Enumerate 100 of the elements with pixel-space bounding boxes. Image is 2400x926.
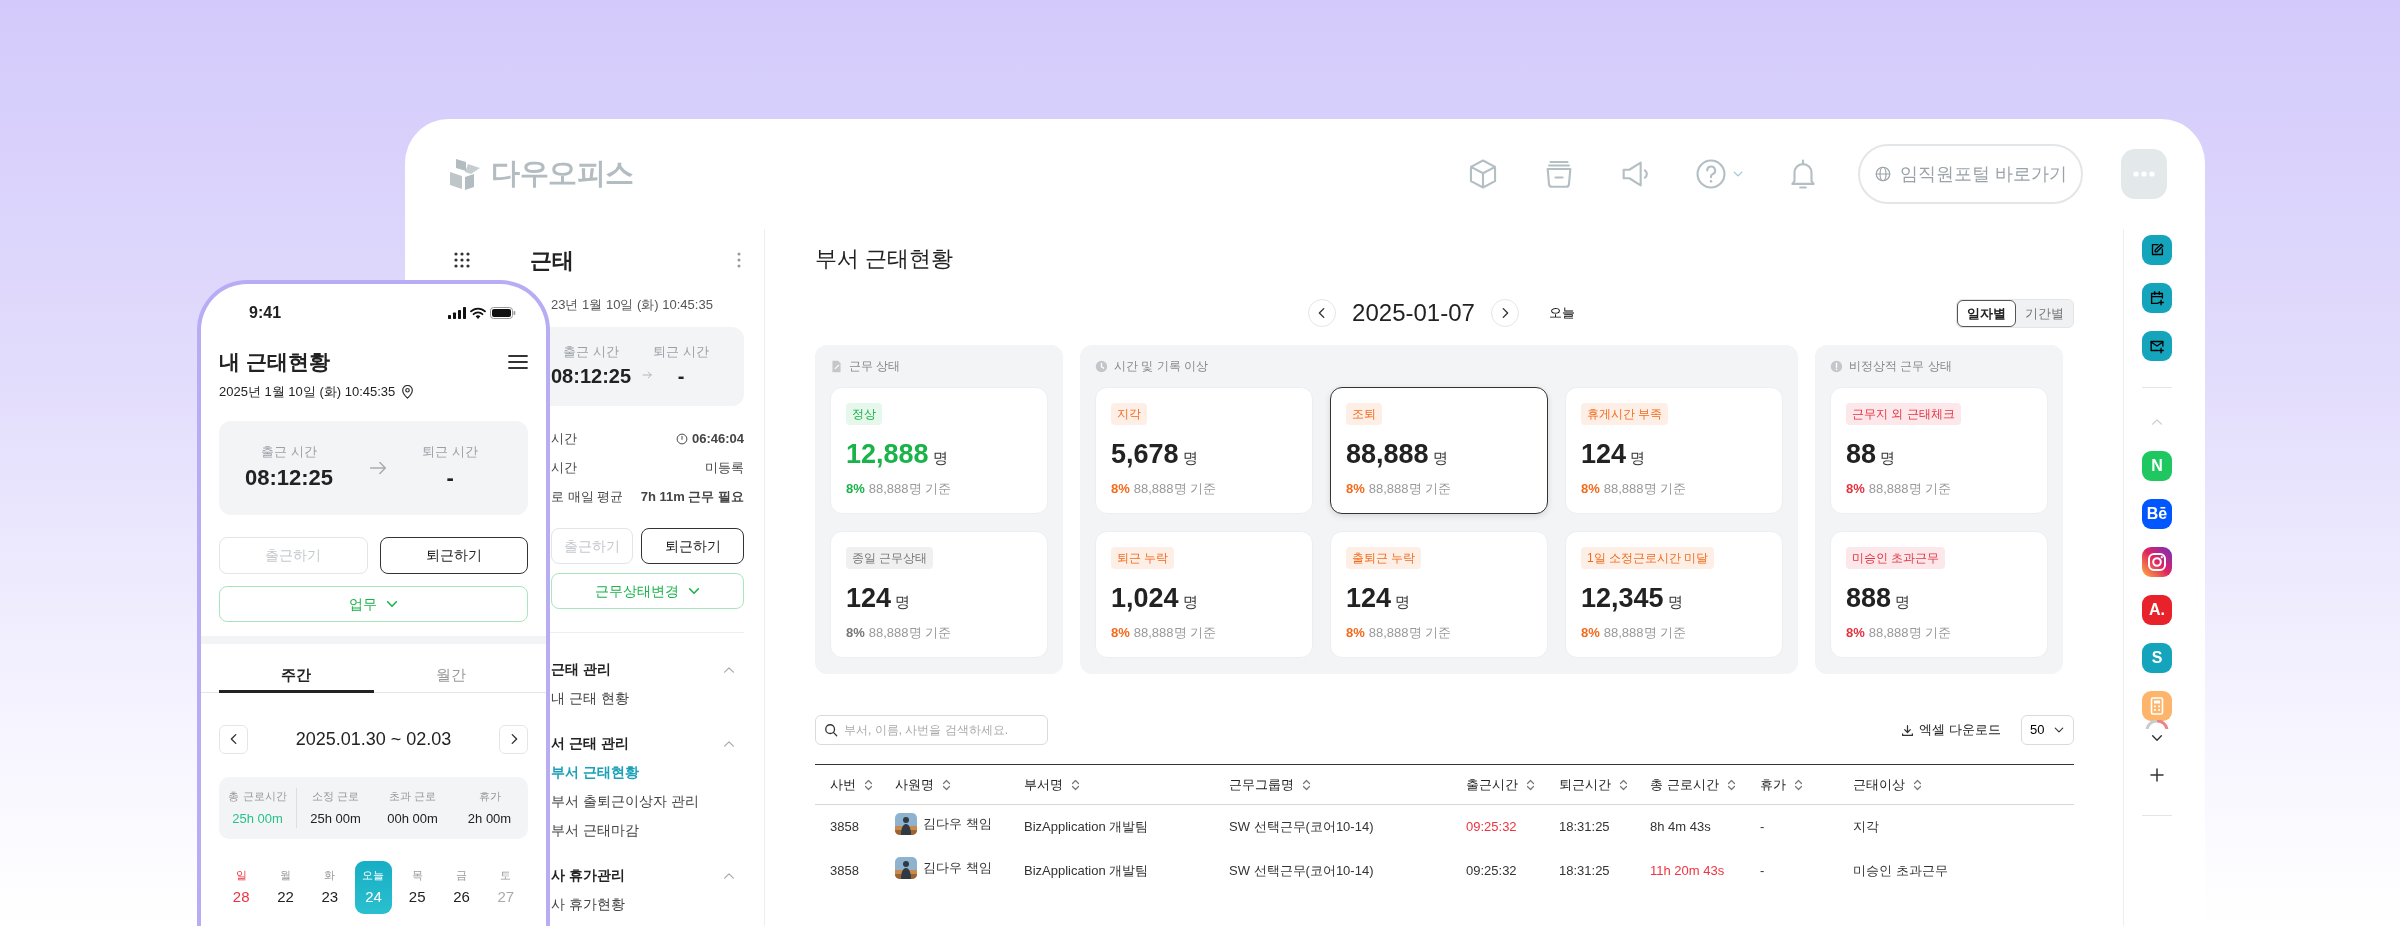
table-cell: 18:31:25: [1559, 819, 1610, 834]
download-icon: [1901, 723, 1915, 737]
stat-card[interactable]: 퇴근 누락 1,024 명 8% 88,888명 기준: [1095, 531, 1313, 658]
app-icon[interactable]: A.: [2142, 595, 2172, 625]
previous-day-button[interactable]: [1308, 299, 1337, 327]
percent-value: 8%: [846, 623, 865, 642]
app-icon[interactable]: Bē: [2142, 499, 2172, 529]
menu-item[interactable]: 부서 근태마감: [551, 820, 639, 841]
table-cell: 미승인 초과근무: [1853, 862, 1948, 878]
count-unit: 명: [1182, 592, 1198, 612]
stat-card[interactable]: 휴게시간 부족 124 명 8% 88,888명 기준: [1565, 387, 1783, 514]
stat-card[interactable]: 지각 5,678 명 8% 88,888명 기준: [1095, 387, 1313, 514]
apps-grid-icon[interactable]: [454, 252, 470, 268]
stat-card[interactable]: 근무지 외 근태체크 88 명 8% 88,888명 기준: [1830, 387, 2048, 514]
location-pin-icon: [401, 385, 415, 399]
excel-download-button[interactable]: 엑셀 다운로드: [1895, 719, 2007, 741]
calculator-icon[interactable]: [2142, 691, 2172, 721]
day-cell[interactable]: 월 22: [263, 861, 308, 914]
menu-icon[interactable]: [508, 354, 528, 370]
count-unit: 명: [1880, 448, 1896, 468]
calendar-add-icon: [2148, 289, 2166, 307]
previous-week-button[interactable]: [219, 724, 248, 754]
column-header[interactable]: 근태이상: [1853, 774, 1922, 795]
page-size-select[interactable]: 50: [2021, 715, 2074, 745]
panel-title: 근태: [530, 246, 574, 275]
summary-value: 00h 00m: [387, 809, 438, 828]
percent-value: 8%: [1111, 623, 1130, 642]
date-time-text: 23년 1월 10일 (화) 10:45:35: [551, 296, 713, 315]
table-cell: SW 선택근무(코어10-14): [1229, 862, 1374, 878]
day-number: 28: [232, 887, 250, 907]
table-cell: SW 선택근무(코어10-14): [1229, 819, 1374, 834]
period-tab[interactable]: 주간: [219, 660, 374, 693]
menu-section-title[interactable]: 서 근태 관리: [551, 733, 629, 754]
calendar-add-button[interactable]: [2142, 283, 2172, 313]
stat-label: 시간: [551, 429, 577, 448]
mail-add-button[interactable]: [2142, 331, 2172, 361]
date-text: 2025-01-07: [1352, 298, 1475, 328]
weekday-label: 일: [235, 867, 247, 883]
compose-button[interactable]: [2142, 235, 2172, 265]
column-header[interactable]: 출근시간: [1466, 774, 1535, 795]
column-header[interactable]: 부서명: [1024, 774, 1080, 795]
stat-card[interactable]: 미승인 초과근무 888 명 8% 88,888명 기준: [1830, 531, 2048, 658]
summary-label: 소정 근로: [311, 789, 360, 804]
day-number: 27: [497, 887, 515, 907]
column-header[interactable]: 사번: [830, 774, 873, 795]
stat-card[interactable]: 정상 12,888 명 8% 88,888명 기준: [830, 387, 1048, 514]
count-unit: 명: [1630, 448, 1646, 468]
menu-section-title[interactable]: 사 휴가관리: [551, 865, 625, 886]
count-value: 1,024: [1111, 582, 1179, 615]
today-button[interactable]: 오늘: [1542, 302, 1581, 324]
stat-card[interactable]: 출퇴근 누락 124 명 8% 88,888명 기준: [1330, 531, 1548, 658]
search-field[interactable]: 부서, 이름, 사번을 검색하세요.: [815, 715, 1048, 745]
stat-value: 06:46:04: [691, 429, 744, 448]
view-toggle-tab[interactable]: 기간별: [2016, 300, 2073, 327]
clock-out-button[interactable]: 퇴근하기: [379, 537, 528, 574]
weekday-label: 오늘: [362, 867, 385, 883]
count-value: 88: [1846, 438, 1877, 471]
column-header[interactable]: 휴가: [1760, 774, 1803, 795]
day-cell[interactable]: 목 25: [395, 861, 440, 914]
next-week-button[interactable]: [499, 724, 528, 754]
clock-out-button[interactable]: 퇴근하기: [641, 528, 744, 564]
group-title: 시간 및 기록 이상: [1114, 358, 1208, 375]
menu-section-title[interactable]: 근태 관리: [551, 659, 611, 680]
group-title: 비정상적 근무 상태: [1849, 358, 1952, 375]
status-tag: 지각: [1111, 403, 1147, 425]
table-cell: -: [1760, 862, 1765, 878]
count-unit: 명: [932, 448, 948, 468]
day-cell[interactable]: 화 23: [307, 861, 352, 914]
percent-value: 8%: [1346, 479, 1365, 498]
stat-card[interactable]: 종일 근무상태 124 명 8% 88,888명 기준: [830, 531, 1048, 658]
clock-in-time: 08:12:25: [245, 464, 334, 493]
column-header[interactable]: 근무그룹명: [1229, 774, 1311, 795]
stat-card[interactable]: 조퇴 88,888 명 8% 88,888명 기준: [1330, 387, 1548, 514]
menu-item[interactable]: 사 휴가현황: [551, 894, 625, 915]
stat-card[interactable]: 1일 소정근로시간 미달 12,345 명 8% 88,888명 기준: [1565, 531, 1783, 658]
document-icon: [830, 359, 843, 373]
day-cell[interactable]: 금 26: [439, 861, 484, 914]
column-header[interactable]: 총 근로시간: [1650, 774, 1736, 795]
battery-icon: [490, 307, 516, 319]
count-value: 124: [1581, 438, 1627, 471]
menu-item[interactable]: 내 근태 현황: [551, 688, 629, 709]
clock-out-time: -: [446, 464, 454, 493]
column-header[interactable]: 사원명: [895, 774, 951, 795]
day-cell[interactable]: 일 28: [219, 861, 264, 914]
instagram-icon[interactable]: [2142, 547, 2172, 577]
table-cell: BizApplication 개발팀: [1024, 862, 1149, 878]
clock-icon: [1095, 359, 1108, 373]
view-toggle-tab[interactable]: 일자별: [1957, 300, 2016, 327]
sort-icon: [1619, 778, 1628, 791]
day-number: 23: [321, 887, 339, 907]
table-cell: 09:25:32: [1466, 862, 1517, 878]
next-day-button[interactable]: [1490, 299, 1519, 327]
menu-item[interactable]: 부서 출퇴근이상자 관리: [551, 791, 699, 812]
plus-icon[interactable]: [2150, 768, 2164, 782]
table-cell: 09:25:32: [1466, 819, 1517, 834]
column-header[interactable]: 퇴근시간: [1559, 774, 1628, 795]
help-icon[interactable]: [1694, 157, 1728, 191]
sort-icon: [1913, 778, 1922, 791]
kebab-icon[interactable]: [737, 252, 741, 268]
weekday-label: 화: [324, 867, 336, 883]
